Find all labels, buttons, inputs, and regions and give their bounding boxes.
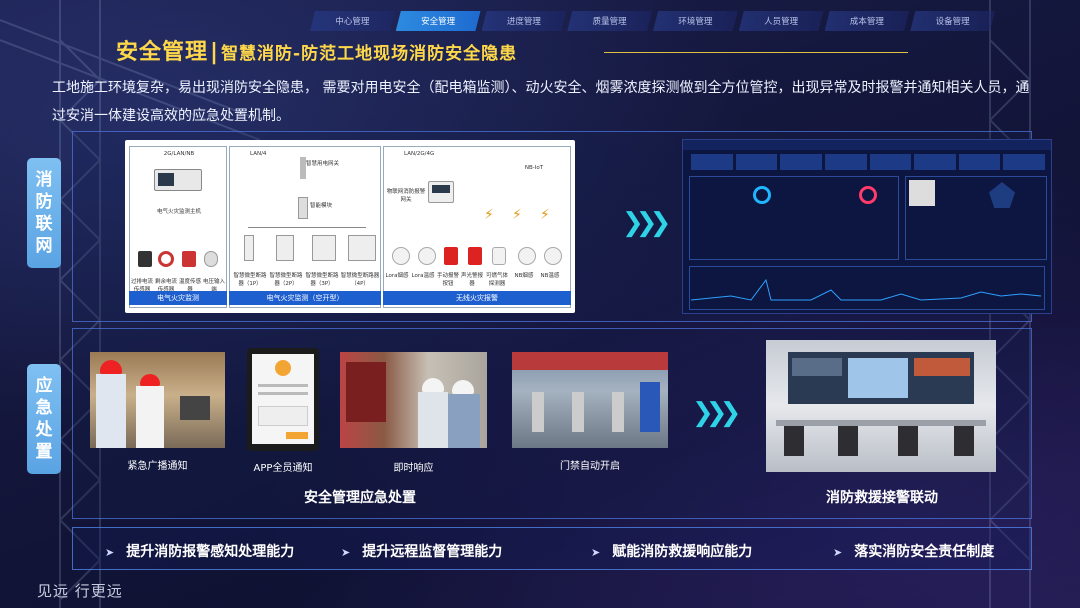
highlight-item: ➤ 落实消防安全责任制度 [833, 544, 995, 560]
tab-quality[interactable]: 质量管理 [567, 11, 652, 31]
tab-environment[interactable]: 环境管理 [653, 11, 738, 31]
chevron-right-icon: ➤ [833, 546, 843, 559]
caption-fire-rescue: 消防救援接警联动 [826, 490, 938, 506]
side-label-emergency: 应 急 处 置 [27, 364, 61, 474]
top-nav: 中心管理 安全管理 进度管理 质量管理 环境管理 人员管理 成本管理 设备管理 [310, 11, 996, 31]
caption-app: APP全员通知 [253, 463, 313, 474]
monitoring-dashboard-screenshot [682, 139, 1052, 314]
photo-instant-response [340, 352, 487, 448]
diagram-col-wireless: LAN/2G/4G 物联网消防报警网关 NB-IoT ⚡ ⚡ ⚡ Lora烟感 Lo… [383, 146, 571, 308]
caption-broadcast: 紧急广播通知 [127, 461, 188, 472]
tab-safety[interactable]: 安全管理 [395, 11, 481, 31]
footer-slogan: 见远 行更远 [37, 582, 123, 600]
photo-app-notification [247, 348, 319, 451]
highlight-item: ➤ 赋能消防救援响应能力 [591, 544, 753, 560]
tab-cost[interactable]: 成本管理 [824, 11, 910, 31]
highlights-bar: ➤ 提升消防报警感知处理能力 ➤ 提升远程监督管理能力 ➤ 赋能消防救援响应能力 ➤ 落… [72, 527, 1032, 570]
photo-control-room [766, 340, 996, 472]
title-main: 安全管理 [116, 40, 209, 65]
description: 工地施工环境复杂，易出现消防安全隐患， 需要对用电安全（配电箱监测）、动火安全、… [52, 80, 1030, 124]
diagram-col-electric: 2G/LAN/NB 电气火灾监测主机 过排电流传感器 剩余电流传感器 温度传感器… [129, 146, 227, 308]
flow-arrow-1: ❯❯❯ [622, 208, 671, 238]
title-underline [604, 52, 908, 53]
diagram-col-breaker: LAN/4 智慧用电网关 智能模块 智慧微型断路器（1P） 智慧微型断路器（2P… [229, 146, 381, 308]
smart-module-icon [298, 197, 308, 219]
page-title: 安全管理| 智慧消防-防范工地现场消防安全隐患 [116, 34, 517, 66]
tab-center[interactable]: 中心管理 [310, 11, 395, 31]
caption-response: 即时响应 [393, 463, 434, 474]
alarm-device-icons [390, 245, 568, 269]
signal-bolts: ⚡ ⚡ ⚡ [484, 207, 550, 223]
highlight-item: ➤ 提升消防报警感知处理能力 [105, 544, 295, 560]
highlight-item: ➤ 提升远程监督管理能力 [341, 544, 503, 560]
chevron-right-icon: ➤ [105, 546, 115, 559]
side-label-fire-network: 消 防 联 网 [27, 158, 61, 268]
tab-equipment[interactable]: 设备管理 [910, 11, 995, 31]
monitor-host-icon [154, 169, 202, 191]
photo-emergency-broadcast [90, 352, 225, 448]
title-sub: 智慧消防-防范工地现场消防安全隐患 [221, 44, 518, 64]
alarm-gateway-icon [428, 181, 454, 203]
tab-progress[interactable]: 进度管理 [481, 11, 567, 31]
sensor-icons [138, 247, 222, 273]
caption-gate: 门禁自动开启 [560, 461, 620, 472]
title-separator: | [210, 40, 220, 65]
breaker-icons [238, 235, 378, 265]
chevron-right-icon: ➤ [341, 546, 351, 559]
tab-personnel[interactable]: 人员管理 [738, 11, 824, 31]
photo-gate-open [512, 352, 668, 448]
fire-network-diagram: 2G/LAN/NB 电气火灾监测主机 过排电流传感器 剩余电流传感器 温度传感器… [125, 140, 575, 313]
caption-safety-emergency: 安全管理应急处置 [304, 490, 416, 506]
chevron-right-icon: ➤ [591, 546, 601, 559]
gateway-icon [300, 157, 306, 179]
flow-arrow-2: ❯❯❯ [692, 398, 741, 428]
